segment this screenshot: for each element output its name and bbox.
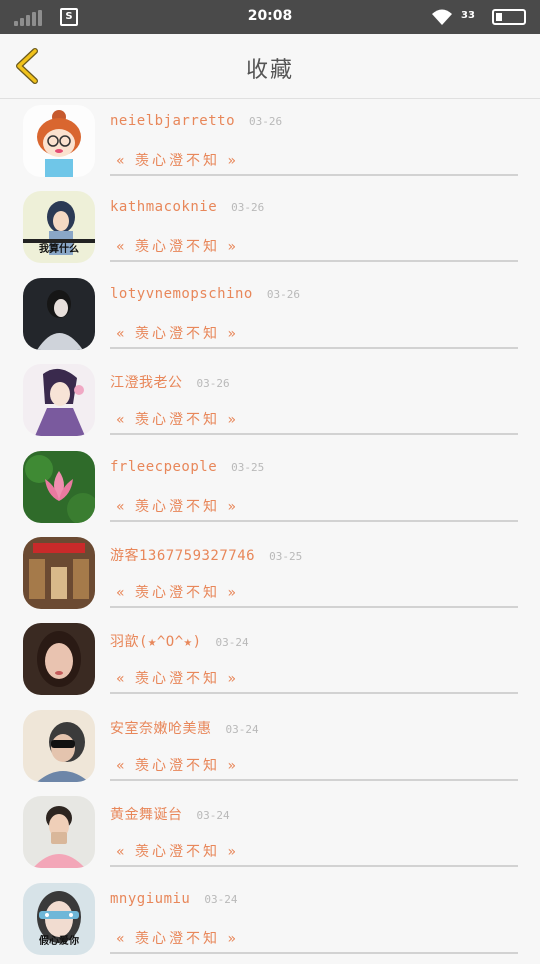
message-text: « 羡心澄不知 »	[116, 757, 240, 774]
divider	[110, 174, 518, 176]
user-name[interactable]: 江澄我老公 03-26	[110, 372, 230, 392]
boy-photo-avatar[interactable]	[23, 796, 95, 869]
list-item[interactable]: 游客1367759327746 03-25 « 羡心澄不知 »	[0, 532, 540, 618]
page-title: 收藏	[245, 58, 294, 83]
item-date: 03-25	[269, 549, 303, 563]
divider	[110, 692, 518, 695]
item-date: 03-24	[196, 809, 230, 823]
message-text: « 羡心澄不知 »	[116, 412, 240, 429]
anime-character-avatar[interactable]	[23, 364, 95, 437]
message-text: « 羡心澄不知 »	[116, 153, 240, 169]
user-name[interactable]: frleecpeople 03-25	[110, 459, 264, 475]
item-date: 03-26	[266, 287, 300, 301]
avatar-caption: 我算什么	[39, 244, 79, 256]
message-text: « 羡心澄不知 »	[116, 930, 240, 947]
list-item[interactable]: 黄金舞诞台 03-24 « 羡心澄不知 »	[0, 791, 540, 877]
divider	[110, 433, 518, 436]
sunglasses-avatar[interactable]	[23, 709, 95, 782]
nav-bar: 收藏	[0, 34, 540, 99]
item-date: 03-25	[231, 460, 265, 474]
user-name[interactable]: 安室奈嫩呛美惠 03-24	[110, 718, 259, 738]
list-item[interactable]: 安室奈嫩呛美惠 03-24 « 羡心澄不知 »	[0, 705, 540, 791]
message-text: « 羡心澄不知 »	[116, 844, 240, 861]
lotus-avatar[interactable]	[23, 450, 95, 523]
user-name[interactable]: lotyvnemopschino 03-26	[110, 286, 300, 302]
message-text: « 羡心澄不知 »	[116, 498, 240, 515]
user-name[interactable]: 游客1367759327746 03-25	[110, 545, 302, 565]
network-speed: 33	[461, 10, 475, 21]
divider	[110, 519, 518, 522]
list-item[interactable]: 羽歆(★^O^★) 03-24 « 羡心澄不知 »	[0, 618, 540, 704]
list-item[interactable]: lotyvnemopschino 03-26 « 羡心澄不知 »	[0, 273, 540, 359]
message-text: « 羡心澄不知 »	[116, 239, 240, 256]
item-date: 03-26	[231, 201, 265, 215]
divider	[110, 951, 518, 954]
message-text: « 羡心澄不知 »	[116, 671, 240, 688]
item-date: 03-24	[215, 636, 249, 650]
user-name[interactable]: kathmacoknie 03-26	[110, 199, 264, 215]
status-time: 20:08	[247, 8, 293, 24]
list-item[interactable]: 我算什么 kathmacoknie 03-26 « 羡心澄不知 »	[0, 186, 540, 272]
list-item[interactable]: 假心爱你 mnygiumiu 03-24 « 羡心澄不知 »	[0, 878, 540, 964]
status-bar: S 20:08 33	[0, 0, 540, 34]
masked-girl-avatar[interactable]: 假心爱你	[23, 882, 95, 955]
list-item[interactable]: frleecpeople 03-25 « 羡心澄不知 »	[0, 446, 540, 532]
item-date: 03-26	[196, 377, 230, 391]
battery-icon	[492, 9, 526, 25]
user-name[interactable]: 黄金舞诞台 03-24	[110, 804, 230, 824]
girl-photo-avatar[interactable]: 我算什么	[23, 191, 95, 264]
message-text: « 羡心澄不知 »	[116, 584, 240, 601]
costume-avatar[interactable]	[23, 277, 95, 350]
avatar-caption: 假心爱你	[39, 935, 79, 947]
message-text: « 羡心澄不知 »	[116, 325, 240, 342]
user-name[interactable]: 羽歆(★^O^★) 03-24	[110, 631, 249, 651]
item-date: 03-24	[225, 722, 259, 736]
divider	[110, 865, 518, 868]
shop-photo-avatar[interactable]	[23, 536, 95, 609]
user-name[interactable]: neielbjarretto 03-26	[110, 113, 282, 129]
cartoon-girl-avatar[interactable]	[23, 105, 95, 177]
list-item[interactable]: neielbjarretto 03-26 « 羡心澄不知 »	[0, 100, 540, 186]
wifi-icon	[432, 9, 452, 25]
divider	[110, 778, 518, 781]
favorites-list: neielbjarretto 03-26 « 羡心澄不知 » 我算什么 kathm…	[0, 100, 540, 964]
divider	[110, 260, 518, 263]
girl-portrait-avatar[interactable]	[23, 623, 95, 696]
user-name[interactable]: mnygiumiu 03-24	[110, 891, 237, 907]
item-date: 03-24	[204, 892, 238, 906]
divider	[110, 346, 518, 349]
divider	[110, 605, 518, 608]
list-item[interactable]: 江澄我老公 03-26 « 羡心澄不知 »	[0, 359, 540, 445]
item-date: 03-26	[249, 115, 283, 128]
